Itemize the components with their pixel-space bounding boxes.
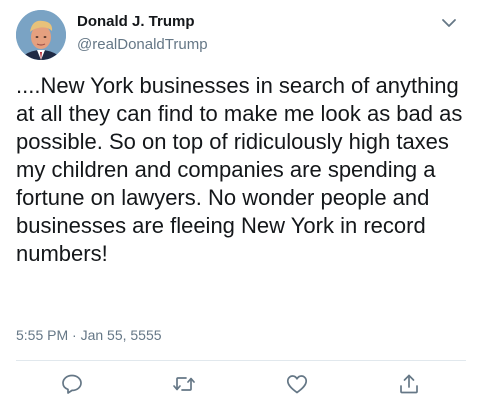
chevron-down-icon (442, 19, 456, 27)
tweet-card: Donald J. Trump @realDonaldTrump ....New… (0, 0, 480, 410)
avatar[interactable] (16, 10, 66, 60)
heart-icon (286, 375, 308, 394)
like-button[interactable] (285, 372, 309, 396)
profile-photo-icon (16, 10, 66, 60)
divider (16, 360, 466, 361)
tweet-menu-button[interactable] (438, 12, 460, 34)
retweet-button[interactable] (172, 372, 196, 396)
display-name[interactable]: Donald J. Trump (77, 13, 195, 30)
tweet-timestamp[interactable]: 5:55 PM · Jan 55, 5555 (16, 327, 162, 343)
reply-button[interactable] (60, 372, 84, 396)
retweet-arrows-icon (173, 377, 195, 391)
speech-bubble-icon (62, 374, 82, 394)
tweet-text: ....New York businesses in search of any… (16, 73, 463, 266)
share-button[interactable] (397, 372, 421, 396)
user-handle[interactable]: @realDonaldTrump (77, 36, 208, 53)
share-upload-icon (400, 374, 418, 394)
